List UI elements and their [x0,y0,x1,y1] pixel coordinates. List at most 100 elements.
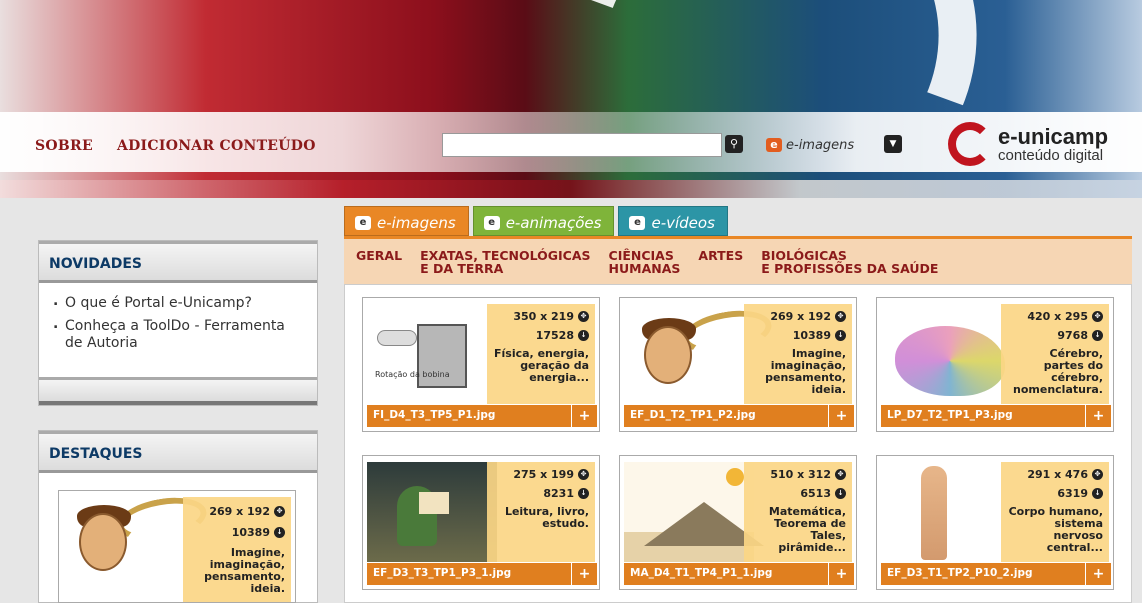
tab-label: e-imagens [377,214,456,232]
top-nav: SOBRE ADICIONAR CONTEÚDO [35,138,316,154]
download-icon: ↓ [1092,488,1103,499]
image-downloads-text: 10389 [792,329,831,342]
plus-icon[interactable]: + [1085,563,1111,585]
resize-icon: ✥ [578,311,589,322]
resize-icon: ✥ [274,506,285,517]
highlights-title: DESTAQUES [39,431,317,473]
category-line: E DA TERRA [420,261,504,277]
image-filename-bar[interactable]: FI_D4_T3_TP5_P1.jpg + [367,405,597,427]
brand-logo[interactable]: e-unicamp conteúdo digital [948,122,1108,166]
featured-description: Imagine, imaginação, pensamento, ideia. [204,546,285,596]
image-card[interactable]: 291 x 476 ✥ 6319 ↓ Corpo humano, sistema n… [876,455,1114,590]
plus-icon[interactable]: + [828,405,854,427]
download-icon: ↓ [578,330,589,341]
image-info: 510 x 312 ✥ 6513 ↓ Matemática, Teorema de … [744,462,852,562]
plus-icon[interactable]: + [828,563,854,585]
image-card[interactable]: 420 x 295 ✥ 9768 ↓ Cérebro, partes do cére… [876,297,1114,432]
category-line: ARTES [698,248,744,263]
search-input[interactable] [442,133,722,157]
resize-icon: ✥ [1092,311,1103,322]
resize-icon: ✥ [578,469,589,480]
chevron-down-icon[interactable]: ▼ [884,135,902,153]
category-line: E PROFISSÕES DA SAÚDE [761,261,939,277]
thumb-bg [624,304,775,404]
category-link-biologicas[interactable]: BIOLÓGICAS E PROFISSÕES DA SAÚDE [761,249,938,284]
image-downloads: 6513 ↓ [750,487,846,500]
news-panel: NOVIDADES O que é Portal e-Unicamp? Conh… [38,240,318,406]
image-filename: EF_D3_T1_TP2_P10_2.jpg [887,567,1033,579]
category-link-artes[interactable]: ARTES [698,249,743,284]
image-filename-bar[interactable]: LP_D7_T2_TP1_P3.jpg + [881,405,1111,427]
image-grid: Rotação da bobina 350 x 219 ✥ 17528 ↓ Físi… [344,284,1132,603]
face-shape [79,513,127,571]
category-link-geral[interactable]: GERAL [356,249,402,284]
category-link-exatas[interactable]: EXATAS, TECNOLÓGICAS E DA TERRA [420,249,590,284]
book-shape [419,492,449,514]
news-title: NOVIDADES [39,241,317,283]
face-shape [644,326,692,384]
featured-size-text: 269 x 192 [209,505,270,518]
tab-e-imagens[interactable]: e e-imagens [344,206,469,236]
search-type-label: e-imagens [786,137,855,153]
brand-name: e-unicamp [998,123,1109,149]
download-icon: ↓ [1092,330,1103,341]
image-card[interactable]: 275 x 199 ✥ 8231 ↓ Leitura, livro, estudo.… [362,455,600,590]
thumb-caption: Rotação da bobina [375,370,450,379]
image-description: Imagine, imaginação, pensamento, ideia. [765,347,846,397]
plus-icon[interactable]: + [571,405,597,427]
image-size-text: 350 x 219 [513,310,574,323]
image-size-text: 510 x 312 [770,468,831,481]
download-icon: ↓ [274,527,285,538]
e-videos-icon: e [629,216,646,230]
image-size: 275 x 199 ✥ [493,468,589,481]
plus-icon[interactable]: + [1085,405,1111,427]
image-description: Física, energia, geração da energia... [494,347,589,385]
image-size: 269 x 192 ✥ [750,310,846,323]
image-size: 350 x 219 ✥ [493,310,589,323]
thumb-bg [881,304,1011,404]
category-link-humanas[interactable]: CIÊNCIAS HUMANAS [609,249,681,284]
image-info: 420 x 295 ✥ 9768 ↓ Cérebro, partes do cére… [1001,304,1109,404]
image-filename: EF_D1_T2_TP1_P2.jpg [630,409,756,421]
featured-info: 269 x 192 ✥ 10389 ↓ Imagine, imaginação, p… [183,497,291,602]
e-animacoes-icon: e [483,216,500,230]
image-description: Corpo humano, sistema nervoso central... [1008,505,1103,555]
nav-about-link[interactable]: SOBRE [35,138,93,154]
image-filename-bar[interactable]: EF_D3_T1_TP2_P10_2.jpg + [881,563,1111,585]
image-filename-bar[interactable]: EF_D3_T3_TP1_P3_1.jpg + [367,563,597,585]
image-downloads: 10389 ↓ [750,329,846,342]
image-downloads-text: 9768 [1057,329,1088,342]
download-icon: ↓ [578,488,589,499]
plus-icon[interactable]: + [571,563,597,585]
image-card[interactable]: Rotação da bobina 350 x 219 ✥ 17528 ↓ Físi… [362,297,600,432]
image-size: 420 x 295 ✥ [1007,310,1103,323]
image-downloads-text: 8231 [543,487,574,500]
tab-e-animacoes[interactable]: e e-animações [472,206,615,236]
download-icon: ↓ [835,488,846,499]
featured-card[interactable]: 269 x 192 ✥ 10389 ↓ Imagine, imaginação, p… [58,490,296,603]
image-filename-bar[interactable]: EF_D1_T2_TP1_P2.jpg + [624,405,854,427]
news-item[interactable]: O que é Portal e-Unicamp? [53,293,303,312]
image-size-text: 291 x 476 [1027,468,1088,481]
image-filename-bar[interactable]: MA_D4_T1_TP4_P1_1.jpg + [624,563,854,585]
image-info: 275 x 199 ✥ 8231 ↓ Leitura, livro, estudo. [487,462,595,562]
reading-scene [367,462,497,562]
image-info: 350 x 219 ✥ 17528 ↓ Física, energia, geraç… [487,304,595,404]
image-size-text: 269 x 192 [770,310,831,323]
e-imagens-logo-icon: e [766,138,782,152]
brand-tagline: conteúdo digital [998,146,1104,164]
image-filename: LP_D7_T2_TP1_P3.jpg [887,409,1013,421]
search-type-select[interactable]: e e-imagens [762,133,880,157]
nav-add-content-link[interactable]: ADICIONAR CONTEÚDO [117,138,316,154]
news-item[interactable]: Conheça a ToolDo - Ferramenta de Autoria [53,316,303,352]
featured-downloads-text: 10389 [231,526,270,539]
thumb-bg: Rotação da bobina [367,304,497,404]
tab-e-videos[interactable]: e e-vídeos [618,206,728,236]
resize-icon: ✥ [1092,469,1103,480]
image-card[interactable]: 510 x 312 ✥ 6513 ↓ Matemática, Teorema de … [619,455,857,590]
image-downloads-text: 6513 [800,487,831,500]
image-info: 269 x 192 ✥ 10389 ↓ Imagine, imaginação, p… [744,304,852,404]
search-icon[interactable]: ⚲ [725,135,743,153]
image-card[interactable]: 269 x 192 ✥ 10389 ↓ Imagine, imaginação, p… [619,297,857,432]
thumb-bg [881,462,1011,562]
